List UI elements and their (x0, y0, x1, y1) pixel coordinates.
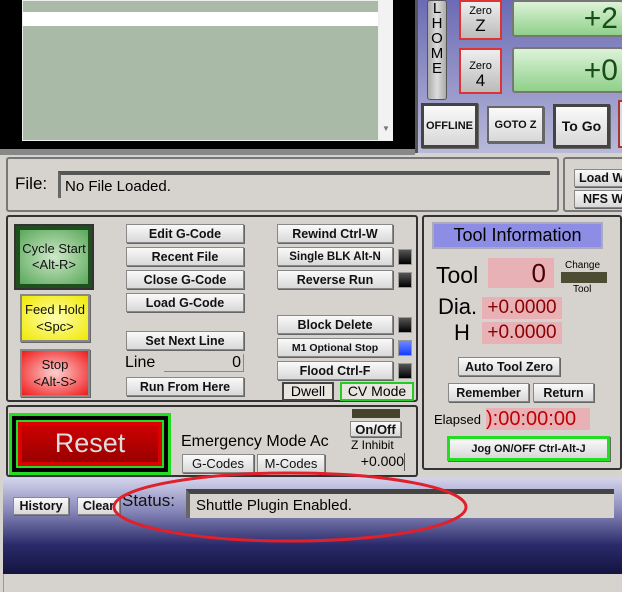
m1-optional-stop-button[interactable]: M1 Optional Stop (277, 338, 393, 357)
line-label: Line (125, 354, 156, 371)
dro-z[interactable]: +2 (512, 0, 622, 37)
to-go-button[interactable]: To Go (553, 104, 610, 148)
reset-label: Reset (22, 426, 158, 462)
current-line-highlight (23, 12, 378, 26)
ref-home-button[interactable]: L H O M E (427, 0, 447, 100)
gcode-listing[interactable] (22, 0, 379, 141)
change-tool-button[interactable] (561, 272, 607, 283)
file-field: No File Loaded. (58, 171, 550, 198)
recent-file-button[interactable]: Recent File (126, 247, 244, 266)
rewind-button[interactable]: Rewind Ctrl-W (277, 224, 393, 243)
partial-button[interactable] (618, 100, 622, 148)
close-gcode-button[interactable]: Close G-Code (126, 270, 244, 289)
gcode-scrollbar[interactable]: ▼ (379, 0, 393, 141)
cycle-start-button[interactable]: Cycle Start <Alt-R> (16, 226, 92, 288)
line-field[interactable]: 0 (164, 354, 244, 372)
load-gcode-button[interactable]: Load G-Code (126, 293, 244, 312)
zero-z-button[interactable]: Zero Z (459, 0, 502, 40)
dwell-indicator: Dwell (282, 382, 334, 401)
height-field[interactable]: +0.0000 (482, 322, 562, 344)
axis-label: 4 (475, 71, 486, 90)
emergency-mode-text: Emergency Mode Ac (181, 433, 329, 450)
m1-optional-stop-led (398, 340, 412, 356)
diameter-field[interactable]: +0.0000 (482, 297, 562, 319)
change-tool-top-label: Change (565, 260, 601, 271)
axis-label: Z (475, 16, 486, 35)
cycle-start-label: Cycle Start <Alt-R> (20, 230, 88, 284)
set-next-line-button[interactable]: Set Next Line (126, 331, 244, 350)
offline-button[interactable]: OFFLINE (421, 103, 478, 148)
jog-toggle-button[interactable]: Jog ON/OFF Ctrl-Alt-J (447, 436, 610, 461)
dro-4[interactable]: +0 (512, 47, 622, 93)
z-inhibit-toggle-button[interactable]: On/Off (350, 421, 401, 437)
z-inhibit-led (352, 409, 400, 418)
flood-led (398, 363, 412, 379)
change-tool-bottom-label: Tool (573, 284, 592, 295)
tool-label: Tool (436, 262, 479, 288)
edit-gcode-button[interactable]: Edit G-Code (126, 224, 244, 243)
file-label: File: (15, 174, 48, 193)
return-button[interactable]: Return (533, 383, 594, 402)
reverse-run-led (398, 272, 412, 288)
load-wizards-button[interactable]: Load W (574, 169, 622, 187)
zero-4-button[interactable]: Zero 4 (459, 48, 502, 94)
tool-info-title: Tool Information (432, 222, 603, 249)
single-block-led (398, 249, 412, 265)
auto-tool-zero-button[interactable]: Auto Tool Zero (458, 357, 560, 376)
elapsed-time: ):00:00:00 (486, 408, 590, 430)
flood-button[interactable]: Flood Ctrl-F (277, 361, 393, 380)
height-label: H (454, 320, 470, 345)
scroll-down-icon[interactable]: ▼ (382, 124, 390, 133)
reverse-run-button[interactable]: Reverse Run (277, 270, 393, 289)
goto-z-button[interactable]: GOTO Z (487, 106, 544, 143)
diameter-label: Dia. (438, 294, 478, 319)
z-inhibit-label: Z Inhibit (351, 438, 394, 452)
single-block-button[interactable]: Single BLK Alt-N (277, 247, 393, 266)
tool-number-field[interactable]: 0 (488, 258, 554, 288)
block-delete-button[interactable]: Block Delete (277, 315, 393, 334)
elapsed-label: Elapsed (434, 412, 481, 427)
history-button[interactable]: History (13, 497, 69, 515)
remember-button[interactable]: Remember (448, 383, 529, 402)
reset-button-frame: Reset (9, 413, 171, 475)
nfs-wizards-button[interactable]: NFS W (574, 190, 622, 208)
stop-button[interactable]: Stop <Alt-S> (20, 349, 90, 397)
block-delete-led (398, 317, 412, 333)
highlight-ellipse (112, 471, 468, 543)
bottom-strip (3, 574, 622, 592)
run-from-here-button[interactable]: Run From Here (126, 377, 244, 396)
cv-mode-indicator: CV Mode (340, 382, 414, 401)
reset-button[interactable]: Reset (16, 420, 164, 468)
feed-hold-button[interactable]: Feed Hold <Spc> (20, 294, 90, 342)
